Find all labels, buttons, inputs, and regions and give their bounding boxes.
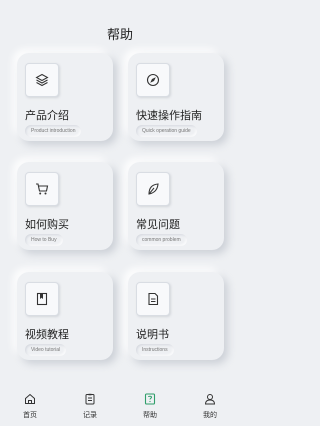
card-title: 常见问题 xyxy=(136,219,180,231)
help-page: 帮助 产品介绍 Product introduction 快速操作指南 Quic… xyxy=(0,0,240,426)
card-title: 快速操作指南 xyxy=(136,110,202,122)
page-title: 帮助 xyxy=(106,27,133,42)
tab-help[interactable]: 帮助 xyxy=(125,392,175,420)
tab-record[interactable]: 记录 xyxy=(65,392,115,420)
profile-icon xyxy=(203,392,217,406)
tab-label: 记录 xyxy=(83,412,97,419)
tab-label: 帮助 xyxy=(143,412,157,419)
tab-home[interactable]: 首页 xyxy=(5,392,55,420)
card-subtitle: common problem xyxy=(136,234,187,246)
card-subtitle: Product introduction xyxy=(25,125,82,137)
card-subtitle: Instructions xyxy=(136,344,174,356)
bottom-tabbar: 首页 记录 帮助 我的 xyxy=(0,386,240,426)
tab-label: 首页 xyxy=(23,412,37,419)
card-subtitle: Video tutorial xyxy=(25,344,67,356)
home-icon xyxy=(23,392,37,406)
card-subtitle: Quick operation guide xyxy=(136,125,197,137)
record-icon xyxy=(83,392,97,406)
card-video-tutorial[interactable]: 视频教程 Video tutorial xyxy=(17,272,113,360)
help-icon xyxy=(143,392,157,406)
compass-icon xyxy=(136,63,170,97)
card-subtitle: How to Buy xyxy=(25,234,63,246)
card-common-problem[interactable]: 常见问题 common problem xyxy=(128,162,224,250)
card-title: 产品介绍 xyxy=(25,110,69,122)
card-title: 说明书 xyxy=(136,329,169,341)
cart-icon xyxy=(25,172,59,206)
tab-label: 我的 xyxy=(203,412,217,419)
document-icon xyxy=(136,282,170,316)
card-title: 如何购买 xyxy=(25,219,69,231)
card-quick-guide[interactable]: 快速操作指南 Quick operation guide xyxy=(128,53,224,141)
tab-profile[interactable]: 我的 xyxy=(185,392,235,420)
card-how-to-buy[interactable]: 如何购买 How to Buy xyxy=(17,162,113,250)
leaf-icon xyxy=(136,172,170,206)
card-product-introduction[interactable]: 产品介绍 Product introduction xyxy=(17,53,113,141)
card-instructions[interactable]: 说明书 Instructions xyxy=(128,272,224,360)
layers-icon xyxy=(25,63,59,97)
book-icon xyxy=(25,282,59,316)
card-title: 视频教程 xyxy=(25,329,69,341)
